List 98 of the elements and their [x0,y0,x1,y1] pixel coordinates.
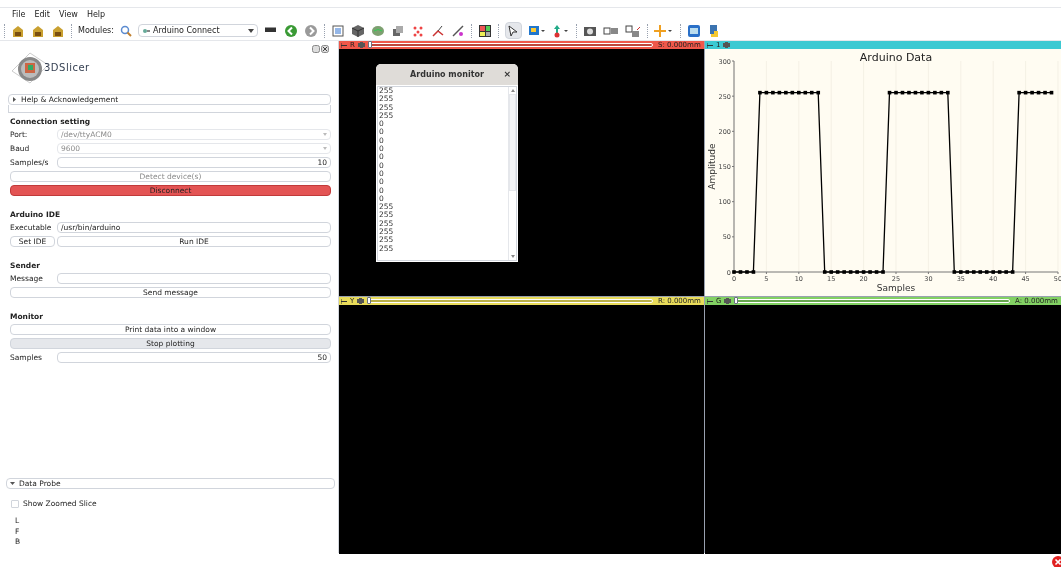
data-point [822,270,827,274]
data-point [887,90,892,95]
data-point [894,90,898,95]
back-icon[interactable] [283,23,298,38]
blob-icon[interactable] [370,23,385,38]
grid-icon[interactable] [477,23,492,38]
data-point [1049,90,1054,95]
data-point [855,270,859,274]
data-point [933,90,937,95]
slider-thumb[interactable] [734,297,739,304]
data-point [946,90,950,95]
menu-item[interactable]: Edit [34,8,50,21]
data-point [777,90,782,95]
checkbox[interactable] [11,499,19,508]
link-icon[interactable] [724,298,732,304]
slider-thumb[interactable] [367,297,372,304]
slider[interactable] [734,299,1010,303]
pin-icon[interactable] [707,42,713,48]
caret-icon[interactable] [247,28,254,33]
data-point [881,270,885,274]
data-point [842,270,846,274]
chart-title: Arduino Data [859,51,933,64]
menu-item[interactable]: Help [86,8,106,21]
caret-icon[interactable] [12,97,17,102]
scroll-down-icon[interactable] [510,255,515,258]
data-point [926,90,931,95]
data-point [745,270,749,274]
data-point [764,90,769,95]
data-point [939,90,944,95]
data-point [861,270,866,274]
data-point [784,90,788,95]
pointer-button[interactable] [504,22,522,39]
data-point [1017,90,1021,95]
panel-icons[interactable] [312,45,330,53]
module-icon[interactable] [141,27,150,34]
pin-icon[interactable] [707,298,713,304]
data-point [758,90,762,95]
pointer-icon[interactable] [508,24,519,37]
data-point [1043,90,1047,95]
data-point [751,270,756,274]
scroll-up-icon[interactable] [510,89,515,92]
data-point [771,90,775,95]
data-point [1023,90,1028,95]
pen-icon[interactable] [430,23,445,38]
scrollbar-thumb[interactable] [509,94,516,191]
modules-label: Modules: [78,24,114,37]
slider[interactable] [367,299,653,303]
data-point [868,270,872,274]
data-point [952,270,957,274]
data-point [920,90,924,95]
input-field[interactable] [57,273,331,284]
y-axis-title: Amplitude [707,143,717,190]
layers-icon[interactable] [390,23,405,38]
data-point [1010,270,1015,274]
console-icon[interactable] [686,23,701,38]
data-point [1030,90,1034,95]
marker-icon[interactable] [551,23,570,38]
data-point [829,270,833,274]
forward-icon[interactable] [303,23,318,38]
data-point [900,90,905,95]
data-point [997,270,1002,274]
data-point [913,90,918,95]
menu-item[interactable]: View [58,8,78,21]
data-point [991,270,995,274]
house-icon[interactable] [11,23,25,38]
search-icon[interactable] [119,24,132,37]
data-point [738,270,743,274]
pin-icon[interactable] [341,42,347,48]
module-selector[interactable]: Arduino Connect [137,24,258,37]
scrollbar[interactable] [508,87,516,260]
data-point [1036,90,1041,95]
error-icon[interactable] [1050,555,1061,567]
house-icon[interactable] [51,23,65,38]
window-title: Arduino monitor [410,68,484,81]
cube-icon[interactable] [350,23,365,38]
logo-text: 3DSlicer [44,61,90,75]
data-point [790,90,795,95]
pin-icon[interactable] [341,298,347,304]
data-point [959,270,963,274]
slider[interactable] [367,43,653,47]
caret-icon[interactable] [10,481,15,486]
data-point [732,270,736,274]
data-point [816,90,821,95]
x-axis-title: Samples [876,283,916,293]
close-button[interactable]: × [503,67,511,82]
data-point [1004,270,1008,274]
data-point [874,270,879,274]
data-point [848,270,853,274]
pen-icon[interactable] [450,23,465,38]
link-icon[interactable] [357,298,365,304]
data-point [835,270,840,274]
data-point [797,90,801,95]
link-icon[interactable] [723,42,731,48]
slider-thumb[interactable] [367,41,372,48]
views-icon[interactable] [624,23,641,38]
house-icon[interactable] [31,23,45,38]
menu-item[interactable]: File [12,8,26,21]
data-point [907,90,911,95]
